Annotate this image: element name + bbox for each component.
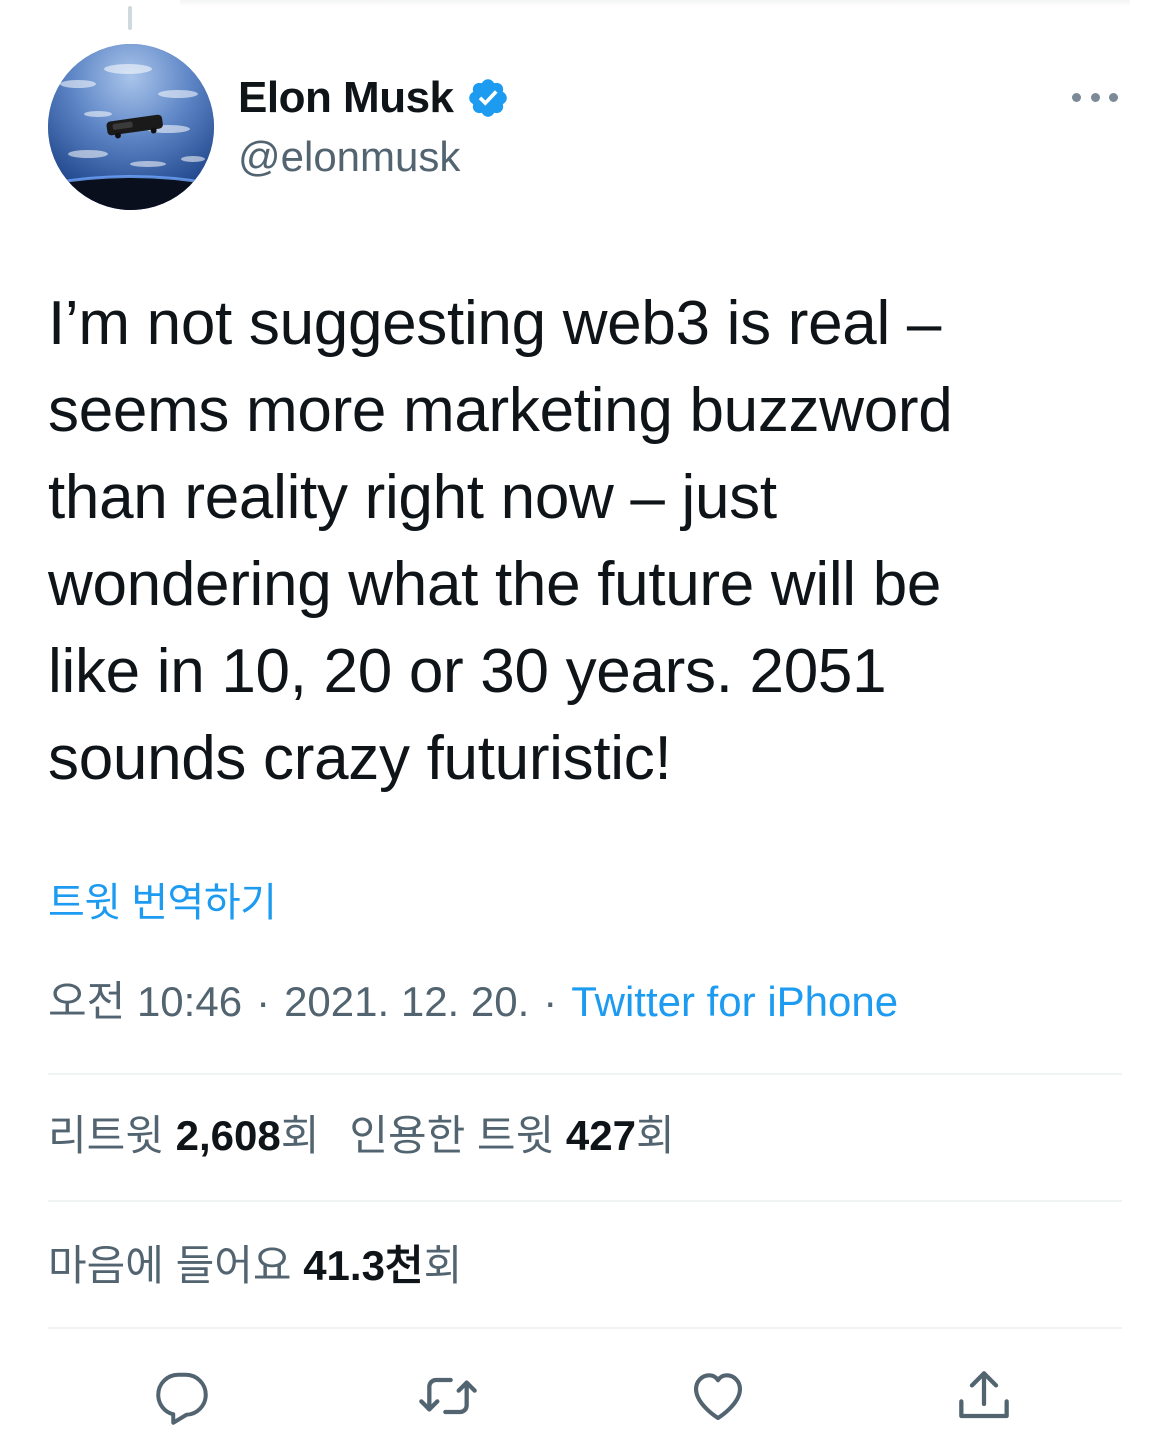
divider <box>48 1200 1122 1202</box>
likes-stats: 마음에 들어요 41.3천회 <box>48 1240 462 1292</box>
like-icon <box>693 1373 743 1421</box>
divider <box>48 1073 1122 1075</box>
retweets-label: 리트윗 <box>48 1112 164 1159</box>
avatar-image <box>48 44 214 210</box>
quotes-unit: 회 <box>635 1112 675 1159</box>
retweets-unit: 회 <box>280 1112 320 1159</box>
tweet-date[interactable]: 2021. 12. 20. <box>284 978 529 1025</box>
more-options-icon[interactable] <box>1072 82 1118 112</box>
retweet-button[interactable] <box>416 1364 480 1428</box>
tweet-text: I’m not suggesting web3 is real – seems … <box>48 289 953 793</box>
meta-separator: · <box>256 978 271 1025</box>
tweet-time[interactable]: 오전 10:46 <box>48 978 242 1025</box>
author-handle[interactable]: @elonmusk <box>238 132 460 182</box>
likes-value: 41.3천 <box>303 1242 424 1289</box>
quotes-label: 인용한 트윗 <box>349 1112 555 1159</box>
divider <box>48 1327 1122 1329</box>
share-icon <box>959 1371 1009 1419</box>
more-dot <box>1109 92 1118 102</box>
retweets-value: 2,608 <box>175 1112 281 1159</box>
share-button[interactable] <box>952 1364 1016 1428</box>
likes-stat[interactable]: 마음에 들어요 41.3천회 <box>48 1242 462 1289</box>
reply-icon <box>156 1372 208 1425</box>
retweets-stat[interactable]: 리트윗 2,608회 <box>48 1112 319 1159</box>
meta-separator: · <box>543 978 558 1025</box>
retweet-icon <box>419 1377 477 1415</box>
tweet-meta: 오전 10:46 · 2021. 12. 20. · Twitter for iPhon… <box>48 976 898 1028</box>
retweet-quote-stats: 리트윗 2,608회 인용한 트윗 427회 <box>48 1110 675 1162</box>
more-dot <box>1090 92 1100 102</box>
like-button[interactable] <box>686 1364 750 1428</box>
avatar[interactable] <box>48 44 214 210</box>
reply-button[interactable] <box>150 1364 214 1428</box>
thread-connector-line <box>128 6 132 30</box>
quotes-stat[interactable]: 인용한 트윗 427회 <box>349 1112 674 1159</box>
author-name[interactable]: Elon Musk <box>238 72 454 124</box>
likes-unit: 회 <box>423 1242 463 1289</box>
likes-label: 마음에 들어요 <box>48 1242 292 1289</box>
quotes-value: 427 <box>565 1112 636 1159</box>
tweet-source-link[interactable]: Twitter for iPhone <box>571 978 898 1025</box>
verified-badge-icon <box>468 79 507 117</box>
translate-tweet-link[interactable]: 트윗 번역하기 <box>48 878 277 928</box>
tweet-action-bar <box>0 1356 1170 1436</box>
author-display-name-row[interactable]: Elon Musk <box>238 72 510 124</box>
previous-tweet-edge <box>180 0 1130 6</box>
more-dot <box>1072 92 1081 102</box>
